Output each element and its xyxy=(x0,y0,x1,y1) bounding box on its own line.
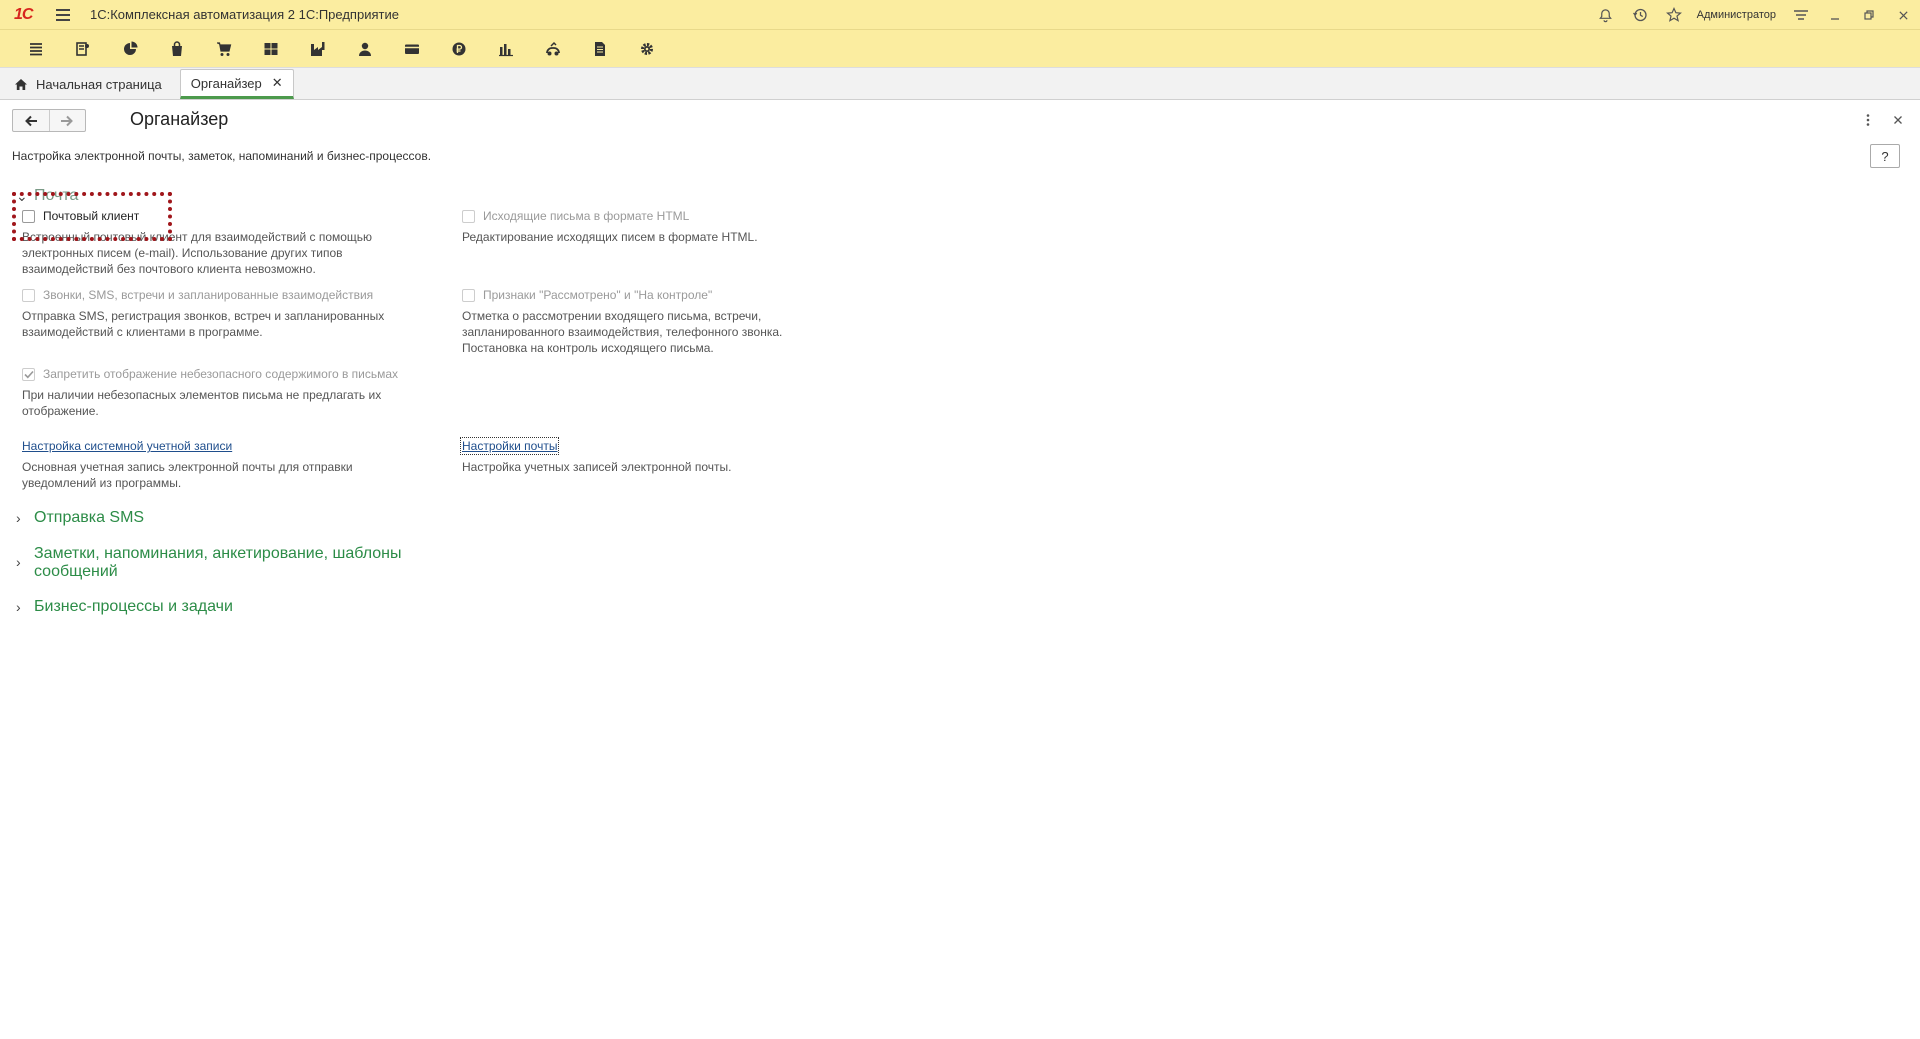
user-name[interactable]: Администратор xyxy=(1697,9,1776,21)
option-mail-settings: Настройки почты Настройка учетных записе… xyxy=(459,437,732,475)
unsafe-content-label[interactable]: Запретить отображение небезопасного соде… xyxy=(43,367,398,381)
calls-desc-1: Отправка SMS, регистрация звонков, встре… xyxy=(22,309,385,323)
checkmark-icon xyxy=(23,370,34,378)
bar-chart-icon[interactable] xyxy=(482,30,529,68)
tab-organizer[interactable]: Органайзер ✕ xyxy=(179,69,294,99)
finance-card-icon[interactable] xyxy=(388,30,435,68)
unsafe-content-desc-1: При наличии небезопасных элементов письм… xyxy=(22,388,382,402)
personnel-icon[interactable] xyxy=(341,30,388,68)
tab-organizer-label: Органайзер xyxy=(190,75,262,91)
mail-client-desc-3: взаимодействий без почтового клиента нев… xyxy=(22,262,316,276)
tab-home-label: Начальная страница xyxy=(36,76,162,92)
review-flags-desc-1: Отметка о рассмотрении входящего письма,… xyxy=(462,309,762,323)
production-icon[interactable] xyxy=(294,30,341,68)
system-account-desc-1: Основная учетная запись электронной почт… xyxy=(22,460,353,474)
documents-icon[interactable] xyxy=(576,30,623,68)
history-icon[interactable] xyxy=(1623,0,1657,30)
pie-chart-icon[interactable] xyxy=(106,30,153,68)
title-bar: 1С 1С:Комплексная автоматизация 2 1С:Пре… xyxy=(0,0,1920,30)
option-review-flags: Признаки "Рассмотрено" и "На контроле" О… xyxy=(462,288,782,356)
group-sms-title: Отправка SMS xyxy=(34,509,145,526)
bell-icon[interactable] xyxy=(1589,0,1623,30)
gear-icon[interactable] xyxy=(623,30,670,68)
mail-client-desc-2: электронных писем (e-mail). Использовани… xyxy=(22,246,343,260)
html-letters-desc-1: Редактирование исходящих писем в формате… xyxy=(462,230,758,244)
review-flags-desc-3: Постановка на контроль исходящего письма… xyxy=(462,341,714,355)
warehouse-icon[interactable] xyxy=(247,30,294,68)
mail-settings-desc-1: Настройка учетных записей электронной по… xyxy=(462,460,732,474)
group-bp-header[interactable]: › Бизнес-процессы и задачи xyxy=(16,598,233,616)
unsafe-content-checkbox[interactable] xyxy=(22,367,35,381)
chevron-right-icon: › xyxy=(16,554,21,570)
group-sms-header[interactable]: › Отправка SMS xyxy=(16,509,144,527)
html-letters-checkbox[interactable] xyxy=(462,209,475,223)
restore-icon[interactable] xyxy=(1852,0,1886,30)
ruble-icon[interactable] xyxy=(435,30,482,68)
logo-text: 1С xyxy=(14,5,33,23)
option-calls: Звонки, SMS, встречи и запланированные в… xyxy=(22,288,384,340)
group-mail-title: Почта xyxy=(34,187,79,204)
unsafe-content-desc-2: отображение. xyxy=(22,404,99,418)
group-notes-title-line1: Заметки, напоминания, анкетирование, шаб… xyxy=(34,545,402,562)
chevron-down-icon: ⌄ xyxy=(16,188,28,204)
arrow-right-icon xyxy=(61,115,74,126)
close-window-icon[interactable] xyxy=(1886,0,1920,30)
star-icon[interactable] xyxy=(1657,0,1691,30)
tab-home[interactable]: Начальная страница xyxy=(4,69,172,99)
back-button[interactable] xyxy=(13,110,49,131)
shopping-bag-icon[interactable] xyxy=(153,30,200,68)
minimize-icon[interactable] xyxy=(1818,0,1852,30)
chevron-right-icon: › xyxy=(16,599,21,615)
app-title: 1С:Комплексная автоматизация 2 1С:Предпр… xyxy=(90,7,399,22)
system-account-link[interactable]: Настройка системной учетной записи xyxy=(22,439,232,453)
mail-client-label[interactable]: Почтовый клиент xyxy=(43,209,139,223)
calls-desc-2: взаимодействий с клиентами в программе. xyxy=(22,325,263,339)
main-menu-button[interactable] xyxy=(56,6,74,24)
system-account-desc-2: уведомлений из программы. xyxy=(22,476,182,490)
all-functions-icon[interactable] xyxy=(12,30,59,68)
open-windows-tabs: Начальная страница Органайзер ✕ xyxy=(0,68,1920,100)
tools-icon[interactable] xyxy=(529,30,576,68)
group-notes-title-line2: сообщений xyxy=(34,563,118,580)
mail-client-checkbox[interactable] xyxy=(22,209,35,223)
option-system-account: Настройка системной учетной записи Основ… xyxy=(22,439,353,491)
settings-menu-icon[interactable] xyxy=(1784,0,1818,30)
crm-icon[interactable] xyxy=(59,30,106,68)
nav-buttons xyxy=(12,109,86,132)
html-letters-label[interactable]: Исходящие письма в формате HTML xyxy=(483,209,689,223)
form-description: Настройка электронной почты, заметок, на… xyxy=(12,149,432,163)
help-button[interactable]: ? xyxy=(1870,144,1900,168)
1c-logo: 1С xyxy=(14,6,46,24)
page-title: Органайзер xyxy=(130,109,229,129)
group-bp-title: Бизнес-процессы и задачи xyxy=(34,598,233,615)
option-unsafe-content: Запретить отображение небезопасного соде… xyxy=(22,367,398,419)
cart-icon[interactable] xyxy=(200,30,247,68)
calls-checkbox[interactable] xyxy=(22,288,35,302)
tab-close-icon[interactable]: ✕ xyxy=(272,75,283,91)
calls-label[interactable]: Звонки, SMS, встречи и запланированные в… xyxy=(43,288,373,302)
option-mail-client: Почтовый клиент Встроенный почтовый клие… xyxy=(22,209,372,277)
forward-button[interactable] xyxy=(48,110,86,131)
group-notes-header[interactable]: › Заметки, напоминания, анкетирование, ш… xyxy=(16,545,401,581)
chevron-right-icon: › xyxy=(16,510,21,526)
review-flags-desc-2: запланированного взаимодействия, телефон… xyxy=(462,325,783,339)
close-form-icon[interactable] xyxy=(1890,110,1906,130)
sections-panel xyxy=(0,30,1920,68)
review-flags-checkbox[interactable] xyxy=(462,288,475,302)
more-actions-icon[interactable] xyxy=(1860,110,1876,130)
mail-client-desc-1: Встроенный почтовый клиент для взаимодей… xyxy=(22,230,373,244)
group-mail-header[interactable]: ⌄ Почта xyxy=(16,187,78,205)
mail-settings-link[interactable]: Настройки почты xyxy=(459,437,560,455)
home-icon xyxy=(15,78,27,90)
arrow-left-icon xyxy=(24,115,37,126)
option-html-letters: Исходящие письма в формате HTML Редактир… xyxy=(462,209,758,245)
review-flags-label[interactable]: Признаки "Рассмотрено" и "На контроле" xyxy=(483,288,712,302)
